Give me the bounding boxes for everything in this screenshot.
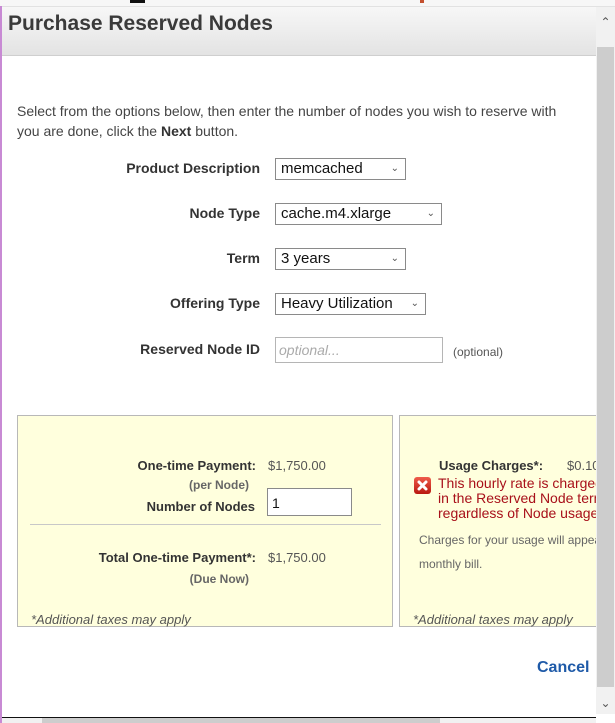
scroll-down-icon[interactable]: ⌄ — [596, 693, 615, 713]
one-time-payment-label: One-time Payment: — [137, 458, 256, 473]
product-description-row: Product Description memcached ⌄ — [2, 158, 596, 184]
total-one-time-payment-label: Total One-time Payment*: — [98, 550, 256, 565]
browser-top-strip — [0, 0, 615, 7]
node-type-value: cache.m4.xlarge — [281, 205, 392, 222]
dialog-title: Purchase Reserved Nodes — [8, 12, 273, 35]
intro-text: Select from the options below, then ente… — [17, 101, 596, 141]
usage-charges-value: $0.10 — [567, 458, 596, 473]
number-of-nodes-label: Number of Nodes — [146, 499, 255, 514]
term-value: 3 years — [281, 250, 331, 267]
offering-type-label: Offering Type — [170, 295, 260, 311]
hourly-rate-warning: This hourly rate is charged in the Reser… — [438, 476, 596, 521]
chevron-down-icon: ⌄ — [426, 208, 435, 219]
term-select[interactable]: 3 years ⌄ — [275, 248, 406, 270]
offering-type-value: Heavy Utilization — [281, 295, 393, 312]
chevron-down-icon: ⌄ — [390, 253, 399, 264]
reserved-node-id-input[interactable]: optional... — [275, 337, 443, 363]
per-node-note: (per Node) — [189, 478, 249, 492]
error-x-icon — [414, 477, 431, 494]
term-label: Term — [226, 250, 260, 266]
offering-type-select[interactable]: Heavy Utilization ⌄ — [275, 293, 426, 315]
intro-text-part: you are done, click the — [17, 123, 161, 139]
chevron-down-icon: ⌄ — [410, 298, 419, 309]
chevron-down-icon: ⌄ — [390, 163, 399, 174]
product-description-value: memcached — [281, 160, 363, 177]
due-now-note: (Due Now) — [189, 572, 249, 586]
product-description-select[interactable]: memcached ⌄ — [275, 158, 406, 180]
horizontal-scrollbar-thumb[interactable] — [42, 718, 440, 723]
additional-taxes-note: *Additional taxes may apply — [413, 612, 573, 627]
reserved-node-id-label: Reserved Node ID — [140, 341, 260, 357]
one-time-payment-panel: One-time Payment: $1,750.00 (per Node) N… — [17, 415, 393, 627]
intro-next-emphasis: Next — [160, 123, 192, 139]
panel-divider — [30, 524, 381, 525]
usage-bill-note: Charges for your usage will appear month… — [419, 528, 596, 576]
total-one-time-payment-value: $1,750.00 — [268, 550, 326, 565]
scroll-up-icon[interactable]: ⌃ — [596, 7, 615, 47]
node-type-row: Node Type cache.m4.xlarge ⌄ — [2, 203, 596, 229]
reserved-node-id-row: Reserved Node ID optional... (optional) — [2, 337, 596, 363]
usage-note-line: Charges for your usage will appear — [419, 533, 596, 547]
vertical-scrollbar[interactable]: ⌃ ⌄ — [596, 7, 615, 714]
purchase-reserved-nodes-dialog: Purchase Reserved Nodes Select from the … — [2, 7, 596, 714]
cancel-button[interactable]: Cancel — [537, 659, 589, 677]
intro-line-1: Select from the options below, then ente… — [17, 103, 557, 119]
additional-taxes-note: *Additional taxes may apply — [31, 612, 191, 627]
toolbar-mark — [130, 0, 145, 3]
node-type-label: Node Type — [189, 205, 260, 221]
usage-charges-panel: Usage Charges*: $0.10 This hourly rate i… — [399, 415, 596, 627]
intro-line-2: you are done, click the Next button. — [17, 121, 596, 141]
vertical-scrollbar-thumb[interactable] — [597, 47, 614, 687]
node-type-select[interactable]: cache.m4.xlarge ⌄ — [275, 203, 442, 225]
horizontal-scrollbar[interactable] — [2, 718, 596, 723]
warning-line: regardless of Node usage — [438, 505, 596, 521]
usage-note-line: monthly bill. — [419, 557, 483, 571]
warning-line: This hourly rate is charged — [438, 475, 596, 491]
one-time-payment-value: $1,750.00 — [268, 458, 326, 473]
offering-type-row: Offering Type Heavy Utilization ⌄ — [2, 293, 596, 319]
intro-text-part: button. — [191, 123, 239, 139]
toolbar-mark — [420, 0, 424, 3]
warning-line: in the Reserved Node term — [438, 490, 596, 506]
term-row: Term 3 years ⌄ — [2, 248, 596, 274]
number-of-nodes-input[interactable]: 1 — [267, 488, 352, 516]
optional-note: (optional) — [453, 345, 504, 359]
dialog-header: Purchase Reserved Nodes — [2, 7, 596, 56]
usage-charges-label: Usage Charges*: — [439, 458, 544, 473]
product-description-label: Product Description — [126, 160, 260, 176]
